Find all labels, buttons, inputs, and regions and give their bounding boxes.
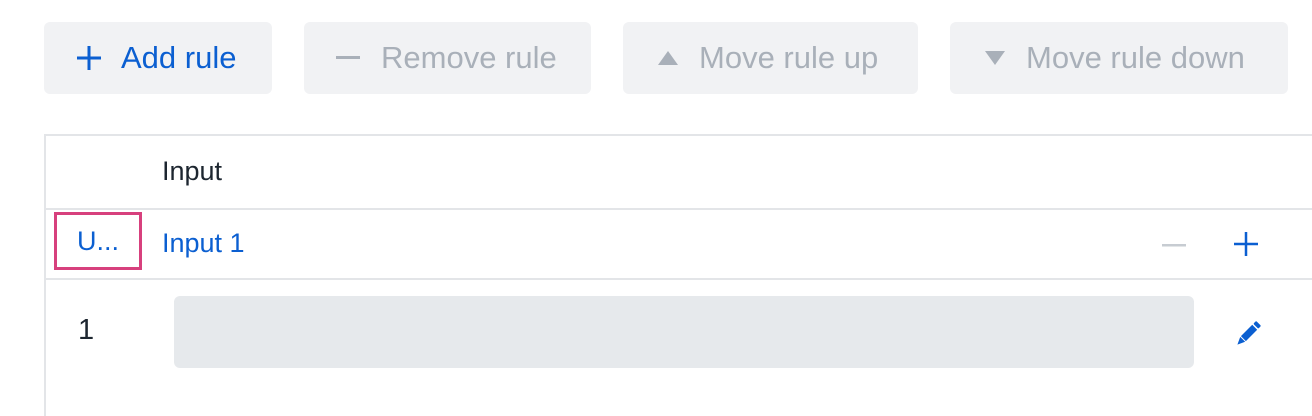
plus-icon[interactable] [1228,226,1264,262]
triangle-down-icon [984,47,1006,69]
move-rule-up-label: Move rule up [699,40,879,75]
minus-icon[interactable] [1156,228,1192,264]
add-rule-button[interactable]: Add rule [44,22,272,94]
decision-table: Input U... Input 1 1 [44,134,1312,416]
move-rule-down-button[interactable]: Move rule down [950,22,1288,94]
add-rule-label: Add rule [121,40,237,75]
hit-policy-cell[interactable]: U... [54,212,142,270]
table-row: 1 [46,280,1312,386]
plus-icon [75,44,103,72]
remove-rule-button[interactable]: Remove rule [304,22,591,94]
move-rule-down-label: Move rule down [1026,40,1245,75]
minus-icon [335,45,361,71]
remove-rule-label: Remove rule [381,40,557,75]
move-rule-up-button[interactable]: Move rule up [623,22,918,94]
pencil-icon[interactable] [1230,316,1266,352]
input-column-header: Input [162,156,223,186]
rule-input-entry[interactable] [174,296,1194,368]
rule-index: 1 [78,314,95,346]
table-header-row: Input [46,136,1312,210]
triangle-up-icon [657,47,679,69]
rules-toolbar: Add rule Remove rule Move rule up Move r… [0,0,1312,120]
input-name-link[interactable]: Input 1 [162,228,245,259]
input-definition-row: U... Input 1 [46,210,1312,280]
